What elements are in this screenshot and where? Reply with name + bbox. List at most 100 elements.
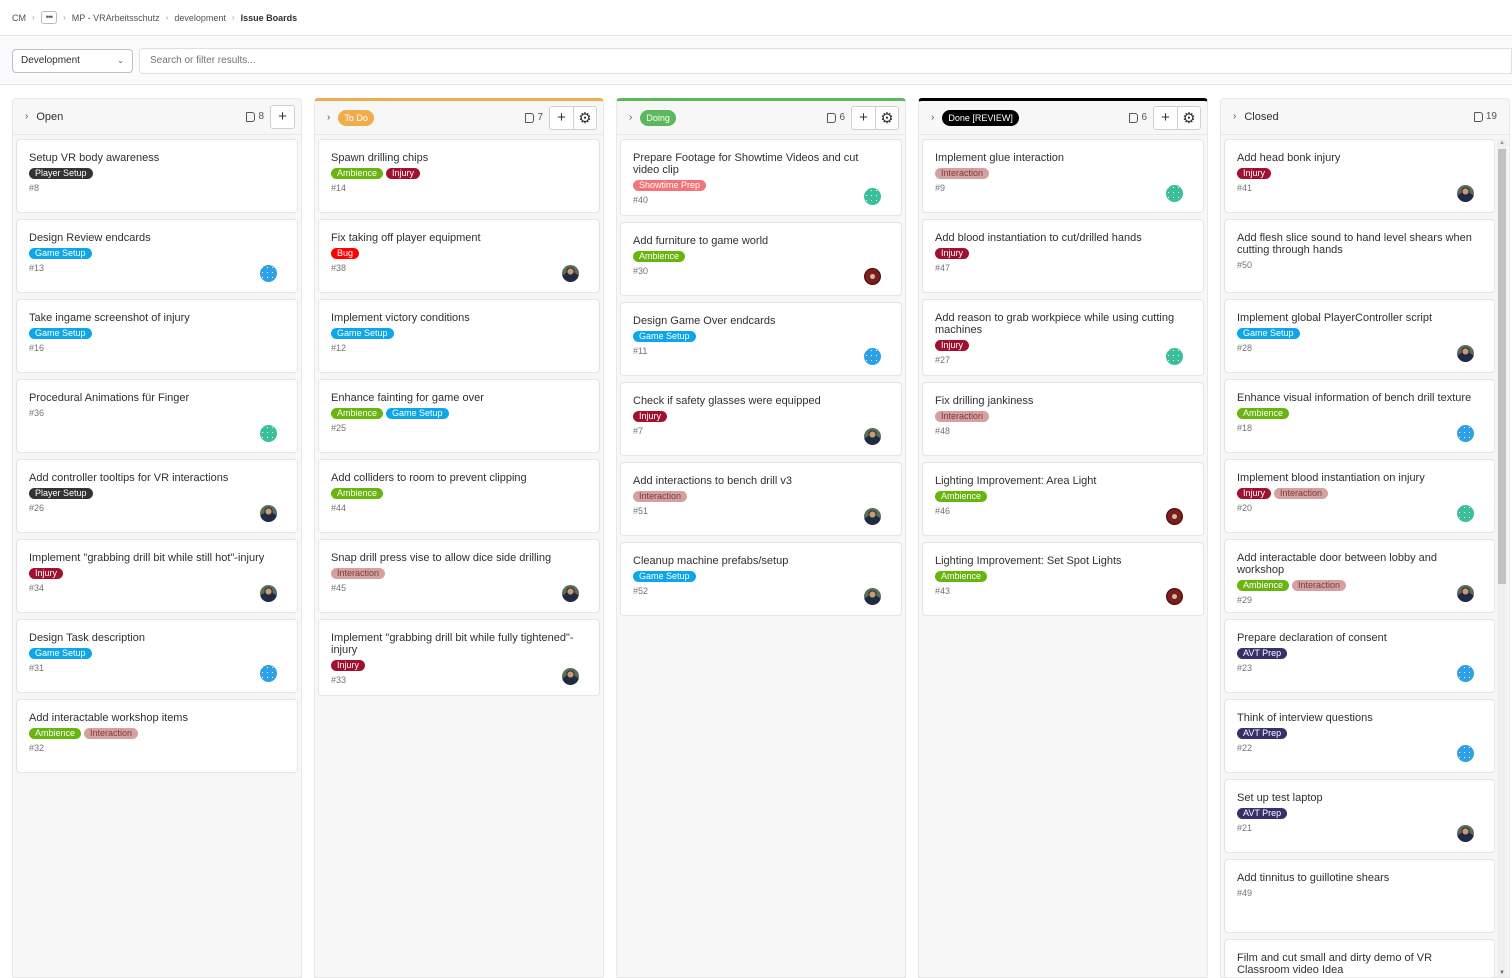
label-interaction[interactable]: Interaction: [633, 491, 688, 502]
label-ambience[interactable]: Ambience: [935, 491, 988, 502]
label-interaction[interactable]: Interaction: [935, 168, 990, 179]
issue-card[interactable]: Add reason to grab workpiece while using…: [922, 299, 1204, 376]
assignee-avatar[interactable]: [864, 188, 881, 205]
label-injury[interactable]: Injury: [1237, 168, 1272, 179]
label-injury[interactable]: Injury: [29, 568, 64, 579]
assignee-avatar[interactable]: [1457, 425, 1474, 442]
label-injury[interactable]: Injury: [1237, 488, 1272, 499]
assignee-avatar[interactable]: [1166, 588, 1183, 605]
issue-card[interactable]: Take ingame screenshot of injury Game Set…: [16, 299, 298, 373]
assignee-avatar[interactable]: [260, 265, 277, 282]
label-game-setup[interactable]: Game Setup: [1237, 328, 1300, 339]
issue-title[interactable]: Design Game Over endcards: [633, 315, 889, 327]
issue-title[interactable]: Take ingame screenshot of injury: [29, 312, 285, 324]
assignee-avatar[interactable]: [864, 508, 881, 525]
assignee-avatar[interactable]: [864, 268, 881, 285]
issue-title[interactable]: Add flesh slice sound to hand level shea…: [1237, 232, 1482, 256]
assignee-avatar[interactable]: [1457, 505, 1474, 522]
issue-title[interactable]: Implement blood instantiation on injury: [1237, 472, 1482, 484]
scroll-up-icon[interactable]: ▲: [1499, 140, 1505, 146]
chevron-right-icon[interactable]: ›: [25, 111, 28, 122]
issue-card[interactable]: Prepare declaration of consent AVT Prep #2…: [1224, 619, 1495, 693]
issue-title[interactable]: Enhance fainting for game over: [331, 392, 587, 404]
list-title-label[interactable]: Doing: [640, 109, 676, 126]
issue-card[interactable]: Prepare Footage for Showtime Videos and …: [620, 139, 902, 216]
issue-title[interactable]: Add colliders to room to prevent clippin…: [331, 472, 587, 484]
label-avt-prep[interactable]: AVT Prep: [1237, 808, 1288, 819]
label-game-setup[interactable]: Game Setup: [633, 571, 696, 582]
issue-title[interactable]: Add blood instantiation to cut/drilled h…: [935, 232, 1191, 244]
board-select[interactable]: Development ⌄: [12, 48, 133, 73]
label-interaction[interactable]: Interaction: [331, 568, 386, 579]
issue-title[interactable]: Add head bonk injury: [1237, 152, 1482, 164]
issue-title[interactable]: Implement "grabbing drill bit while full…: [331, 632, 587, 656]
issue-title[interactable]: Snap drill press vise to allow dice side…: [331, 552, 587, 564]
issue-card[interactable]: Design Task description Game Setup #31: [16, 619, 298, 693]
assignee-avatar[interactable]: [1457, 185, 1474, 202]
issue-card[interactable]: Implement glue interaction Interaction #9: [922, 139, 1204, 213]
list-settings-button[interactable]: ⚙: [573, 106, 596, 129]
label-bug[interactable]: Bug: [331, 248, 360, 259]
breadcrumb-branch[interactable]: development: [174, 13, 226, 23]
assignee-avatar[interactable]: [1457, 585, 1474, 602]
assignee-avatar[interactable]: [1166, 348, 1183, 365]
new-issue-button[interactable]: +: [550, 107, 573, 129]
list-title-label[interactable]: Done [REVIEW]: [942, 109, 1019, 126]
issue-card[interactable]: Check if safety glasses were equipped Inj…: [620, 382, 902, 456]
label-avt-prep[interactable]: AVT Prep: [1237, 648, 1288, 659]
search-input[interactable]: Search or filter results...: [139, 47, 1512, 74]
issue-title[interactable]: Add controller tooltips for VR interacti…: [29, 472, 285, 484]
issue-title[interactable]: Prepare declaration of consent: [1237, 632, 1482, 644]
issue-card[interactable]: Add controller tooltips for VR interacti…: [16, 459, 298, 533]
chevron-right-icon[interactable]: ›: [327, 112, 330, 123]
issue-card[interactable]: Lighting Improvement: Area Light Ambience…: [922, 462, 1204, 536]
assignee-avatar[interactable]: [260, 505, 277, 522]
issue-title[interactable]: Design Review endcards: [29, 232, 285, 244]
label-player-setup[interactable]: Player Setup: [29, 488, 93, 499]
issue-title[interactable]: Add tinnitus to guillotine shears: [1237, 872, 1482, 884]
issue-card[interactable]: Design Game Over endcards Game Setup #11: [620, 302, 902, 376]
label-showtime-prep[interactable]: Showtime Prep: [633, 180, 707, 191]
chevron-right-icon[interactable]: ›: [1233, 111, 1236, 122]
label-game-setup[interactable]: Game Setup: [633, 331, 696, 342]
issue-card[interactable]: Add tinnitus to guillotine shears #49: [1224, 859, 1495, 933]
list-settings-button[interactable]: ⚙: [875, 106, 898, 129]
issue-title[interactable]: Set up test laptop: [1237, 792, 1482, 804]
issue-title[interactable]: Lighting Improvement: Set Spot Lights: [935, 555, 1191, 567]
assignee-avatar[interactable]: [864, 428, 881, 445]
breadcrumb-more-button[interactable]: •••: [40, 11, 58, 24]
assignee-avatar[interactable]: [260, 585, 277, 602]
new-issue-button[interactable]: +: [852, 107, 875, 129]
issue-card[interactable]: Add blood instantiation to cut/drilled h…: [922, 219, 1204, 293]
issue-title[interactable]: Implement "grabbing drill bit while stil…: [29, 552, 285, 564]
label-ambience[interactable]: Ambience: [29, 728, 82, 739]
issue-card[interactable]: Add colliders to room to prevent clippin…: [318, 459, 600, 533]
issue-title[interactable]: Add reason to grab workpiece while using…: [935, 312, 1191, 336]
issue-card[interactable]: Add flesh slice sound to hand level shea…: [1224, 219, 1495, 293]
issue-title[interactable]: Enhance visual information of bench dril…: [1237, 392, 1482, 404]
issue-card[interactable]: Procedural Animations für Finger #36: [16, 379, 298, 453]
label-player-setup[interactable]: Player Setup: [29, 168, 93, 179]
label-interaction[interactable]: Interaction: [1292, 580, 1347, 591]
issue-card[interactable]: Cleanup machine prefabs/setup Game Setup #…: [620, 542, 902, 616]
label-injury[interactable]: Injury: [935, 340, 970, 351]
issue-title[interactable]: Fix taking off player equipment: [331, 232, 587, 244]
issue-card[interactable]: Add interactable door between lobby and …: [1224, 539, 1495, 613]
label-game-setup[interactable]: Game Setup: [29, 648, 92, 659]
issue-title[interactable]: Add interactable workshop items: [29, 712, 285, 724]
assignee-avatar[interactable]: [1457, 745, 1474, 762]
issue-title[interactable]: Spawn drilling chips: [331, 152, 587, 164]
issue-card[interactable]: Setup VR body awareness Player Setup #8: [16, 139, 298, 213]
list-title-label[interactable]: To Do: [338, 109, 374, 126]
assignee-avatar[interactable]: [562, 585, 579, 602]
issue-title[interactable]: Film and cut small and dirty demo of VR …: [1237, 952, 1482, 976]
issue-card[interactable]: Implement "grabbing drill bit while stil…: [16, 539, 298, 613]
assignee-avatar[interactable]: [1166, 185, 1183, 202]
label-ambience[interactable]: Ambience: [633, 251, 686, 262]
breadcrumb-project[interactable]: MP - VRArbeitsschutz: [72, 13, 160, 23]
issue-title[interactable]: Procedural Animations für Finger: [29, 392, 285, 404]
issue-title[interactable]: Cleanup machine prefabs/setup: [633, 555, 889, 567]
label-injury[interactable]: Injury: [935, 248, 970, 259]
label-game-setup[interactable]: Game Setup: [331, 328, 394, 339]
issue-card[interactable]: Enhance visual information of bench dril…: [1224, 379, 1495, 453]
